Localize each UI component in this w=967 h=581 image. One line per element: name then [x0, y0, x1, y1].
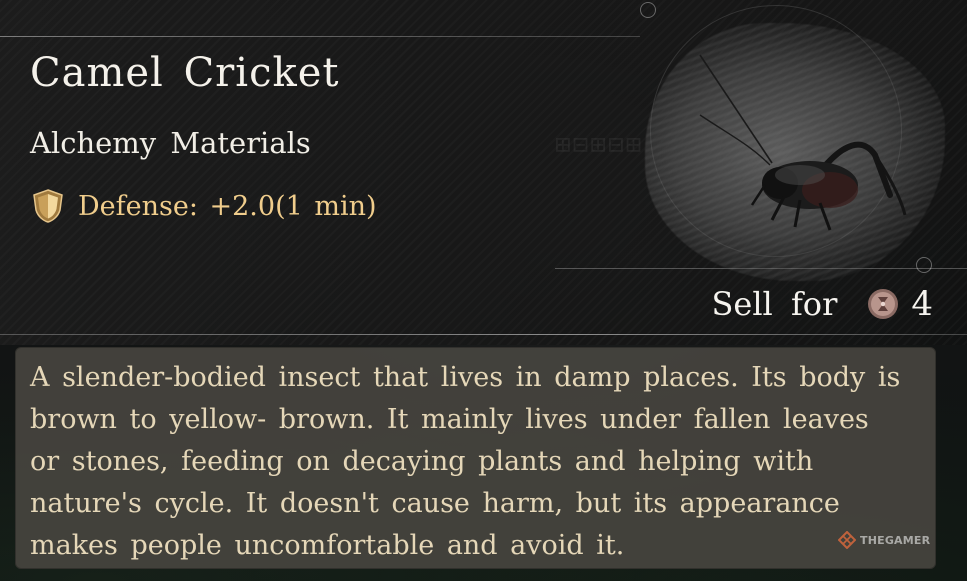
camel-cricket-icon [699, 54, 907, 231]
description-panel: A slender-bodied insect that lives in da… [15, 347, 936, 569]
sell-price: 4 [911, 284, 933, 324]
watermark-text: THEGAMER [860, 533, 931, 547]
item-description: A slender-bodied insect that lives in da… [30, 362, 901, 561]
site-watermark: THEGAMER [838, 531, 930, 549]
sell-price-row: Sell for 4 [711, 282, 933, 326]
shield-icon [33, 189, 63, 223]
item-name: Camel Cricket [30, 50, 340, 96]
frame-marker [640, 2, 656, 18]
header-bottom-divider [0, 334, 967, 335]
sell-label: Sell for [711, 285, 838, 323]
frame-marker [916, 257, 932, 273]
item-effect: Defense: +2.0(1 min) [30, 186, 377, 226]
top-divider [0, 36, 640, 37]
coin-icon [868, 289, 899, 319]
item-category: Alchemy Materials [30, 126, 311, 160]
effect-text: Defense: +2.0(1 min) [78, 190, 377, 222]
item-image-frame [600, 2, 950, 305]
thegamer-logo-icon [838, 531, 856, 549]
